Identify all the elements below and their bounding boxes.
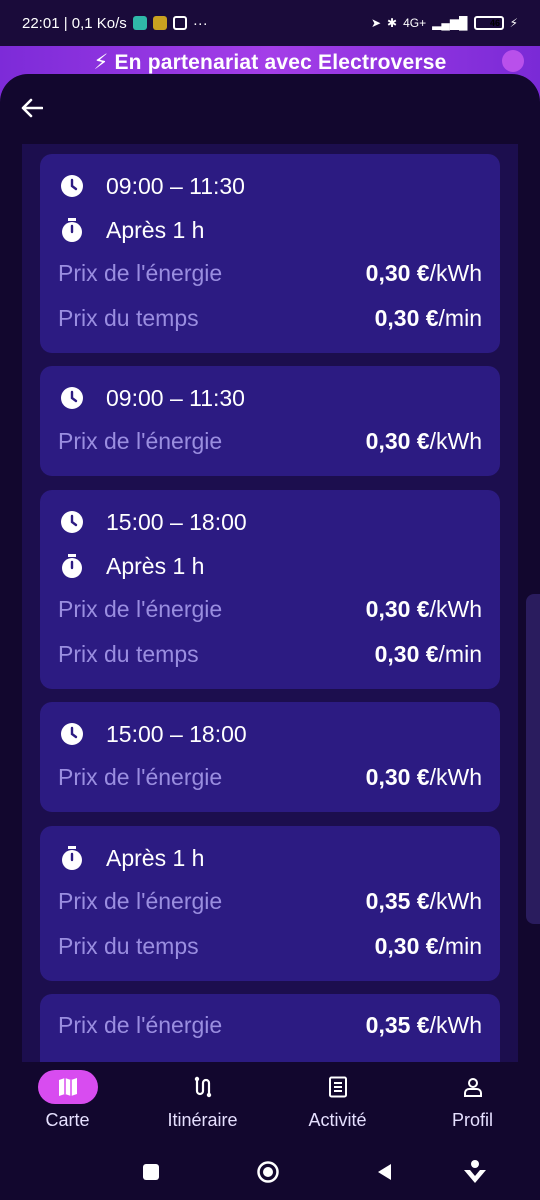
time-price-label: Prix du temps: [58, 641, 199, 667]
bluetooth-icon: ✱: [387, 16, 398, 30]
status-time: 22:01 | 0,1 Ko/s: [22, 14, 127, 32]
nav-profile-label: Profil: [451, 1110, 493, 1130]
clock-icon: [58, 172, 86, 200]
battery-icon: 46: [473, 16, 504, 30]
after-duration: Après 1 h: [106, 552, 205, 579]
stopwatch-icon: [58, 844, 86, 872]
clock-icon: [58, 508, 86, 536]
app-notification-icon: [152, 16, 167, 30]
time-price-value: 0,30 €/min: [374, 933, 482, 959]
time-window: 09:00 – 11:30: [106, 384, 245, 411]
energy-price-value: 0,30 €/kWh: [365, 596, 482, 622]
after-duration: Après 1 h: [106, 216, 205, 243]
time-price-value: 0,30 €/min: [374, 641, 482, 667]
nav-activity[interactable]: Activité: [270, 1064, 405, 1142]
energy-price-label: Prix de l'énergie: [58, 888, 223, 914]
energy-price-value: 0,30 €/kWh: [365, 428, 482, 454]
nav-map-label: Carte: [45, 1110, 90, 1130]
person-icon: [463, 1078, 482, 1097]
nav-map[interactable]: Carte: [0, 1064, 135, 1142]
time-price-label: Prix du temps: [58, 305, 199, 331]
partner-text: En partenariat avec Electroverse: [114, 51, 447, 74]
map-icon: [58, 1078, 77, 1096]
car-icon: [502, 50, 524, 72]
status-bar: 22:01 | 0,1 Ko/s ··· ➤ ✱ 4G+ ▂▄▆█ 46 ⚡: [0, 0, 540, 46]
energy-price-value: 0,35 €/kWh: [365, 888, 482, 914]
time-window: 15:00 – 18:00: [106, 720, 247, 747]
location-icon: ➤: [370, 16, 382, 30]
charging-icon: ⚡: [509, 16, 518, 30]
bottom-navigation: Carte Itinéraire Activité Profil: [0, 1064, 540, 1142]
nav-activity-label: Activité: [308, 1110, 367, 1130]
after-duration: Après 1 h: [106, 844, 205, 871]
nav-route[interactable]: Itinéraire: [135, 1064, 270, 1142]
clock-icon: [58, 384, 86, 412]
energy-price-label: Prix de l'énergie: [58, 428, 223, 454]
tariff-card: 09:00 – 11:30 Prix de l'énergie 0,30 €/k…: [40, 366, 500, 476]
tariff-card: Après 1 h Prix de l'énergie 0,35 €/kWh P…: [40, 826, 500, 981]
tariff-list[interactable]: 09:00 – 11:30 Après 1 h Prix de l'énergi…: [22, 144, 518, 1062]
down-arrow-icon: [464, 1160, 486, 1183]
scrollbar[interactable]: [526, 594, 540, 924]
app-notification-icon: [172, 16, 187, 30]
signal-icon: ▂▄▆█: [432, 16, 468, 30]
tariff-card: 15:00 – 18:00 Après 1 h Prix de l'énergi…: [40, 490, 500, 689]
receipt-icon: [328, 1076, 347, 1098]
energy-price-label: Prix de l'énergie: [58, 260, 223, 286]
system-navigation: [0, 1142, 540, 1200]
assistant-button[interactable]: [462, 1160, 486, 1184]
arrow-left-icon: [21, 98, 43, 118]
nav-route-label: Itinéraire: [167, 1110, 238, 1130]
energy-price-value: 0,30 €/kWh: [365, 260, 482, 286]
home-button[interactable]: [256, 1160, 280, 1184]
battery-level: 46: [490, 18, 501, 28]
time-window: 15:00 – 18:00: [106, 508, 247, 535]
energy-price-label: Prix de l'énergie: [58, 596, 223, 622]
tariff-card: 09:00 – 11:30 Après 1 h Prix de l'énergi…: [40, 154, 500, 353]
back-button[interactable]: [16, 92, 48, 124]
route-icon: [194, 1076, 211, 1098]
circle-icon: [257, 1161, 279, 1183]
tariff-card: Prix de l'énergie 0,35 €/kWh: [40, 994, 500, 1062]
bolt-icon: ⚡: [93, 51, 109, 74]
stopwatch-icon: [58, 216, 86, 244]
tariff-card: 15:00 – 18:00 Prix de l'énergie 0,30 €/k…: [40, 702, 500, 812]
time-price-value: 0,30 €/min: [374, 305, 482, 331]
more-notifications-icon: ···: [192, 14, 208, 32]
energy-price-label: Prix de l'énergie: [58, 1012, 223, 1038]
back-system-button[interactable]: [372, 1160, 396, 1184]
square-icon: [143, 1164, 159, 1180]
energy-price-label: Prix de l'énergie: [58, 764, 223, 790]
recents-button[interactable]: [139, 1160, 163, 1184]
network-type: 4G+: [403, 16, 427, 30]
time-price-label: Prix du temps: [58, 933, 199, 959]
time-window: 09:00 – 11:30: [106, 172, 245, 199]
stopwatch-icon: [58, 552, 86, 580]
nav-profile[interactable]: Profil: [405, 1064, 540, 1142]
triangle-back-icon: [378, 1164, 391, 1180]
energy-price-value: 0,30 €/kWh: [365, 764, 482, 790]
clock-icon: [58, 720, 86, 748]
app-notification-icon: [132, 16, 147, 30]
energy-price-value: 0,35 €/kWh: [365, 1012, 482, 1038]
